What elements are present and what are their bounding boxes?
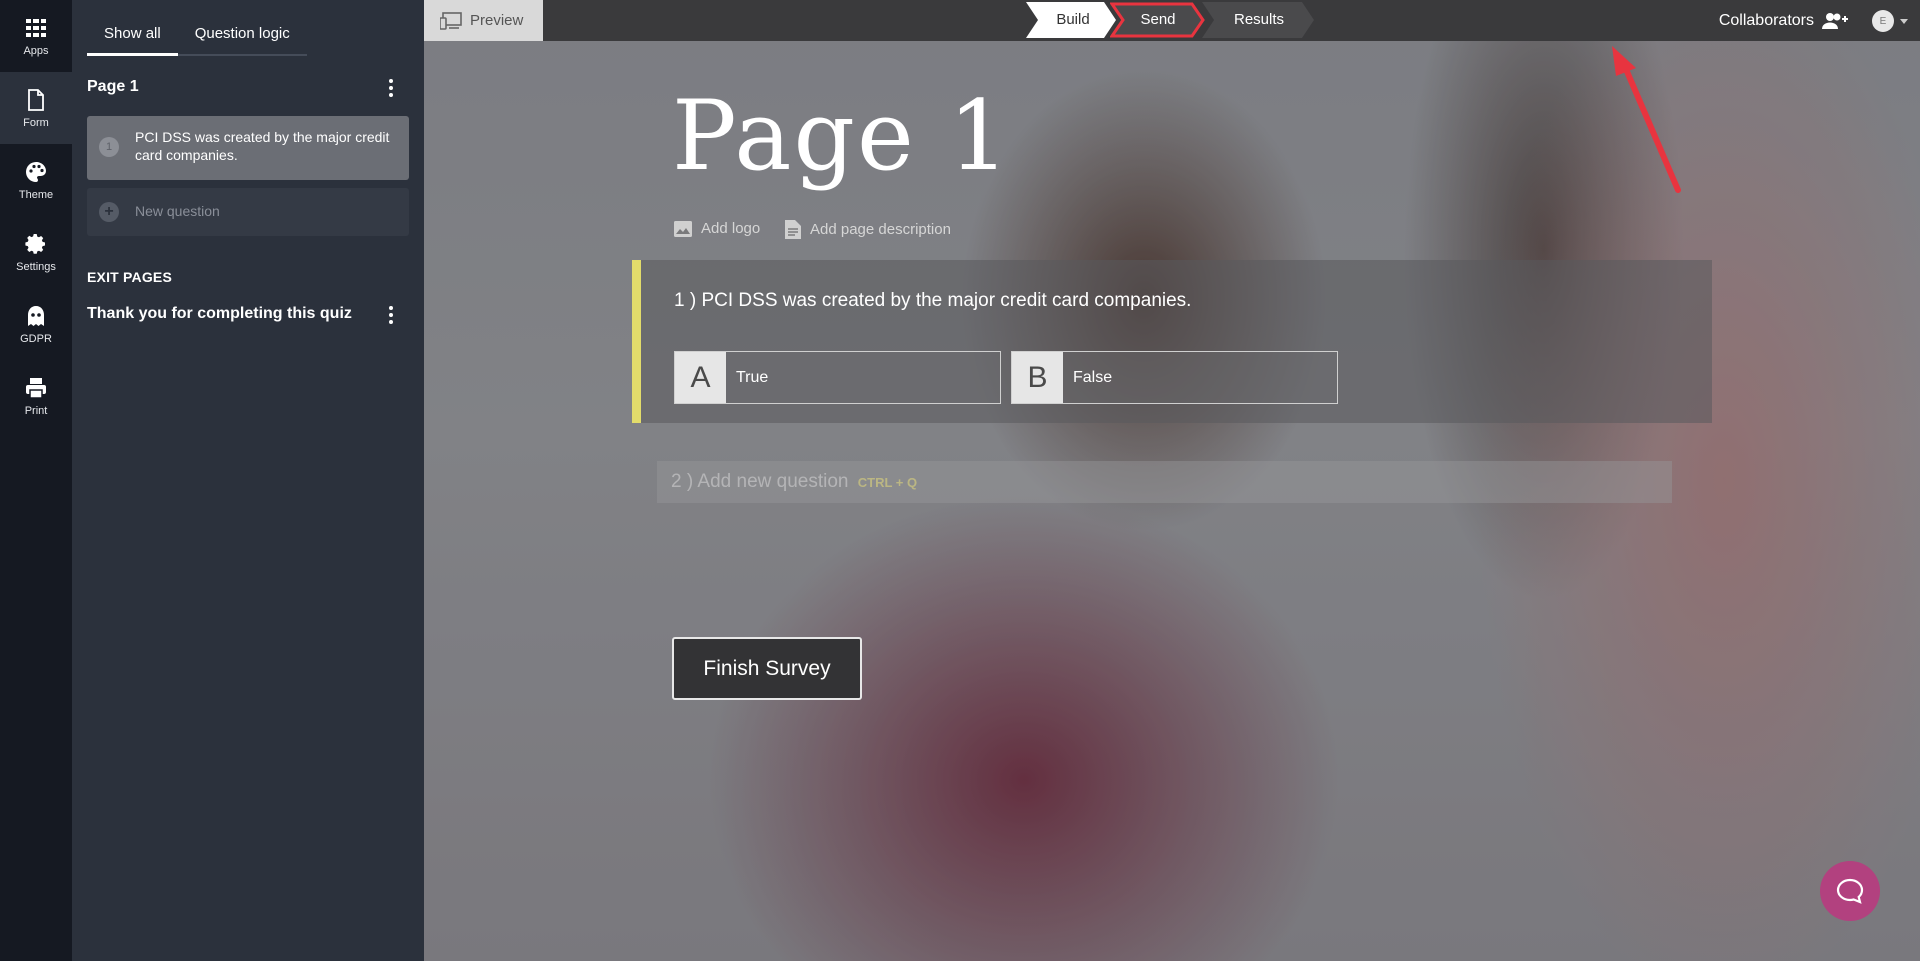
- step-results-label: Results: [1233, 11, 1285, 28]
- outline-question-item[interactable]: 1 PCI DSS was created by the major credi…: [87, 116, 409, 180]
- rail-item-settings[interactable]: Settings: [0, 216, 72, 288]
- exit-page-menu-kebab-icon[interactable]: [381, 303, 401, 327]
- add-page-description-button[interactable]: Add page description: [785, 220, 951, 239]
- form-outline-panel: Show all Question logic Page 1 1 PCI DSS…: [72, 0, 424, 961]
- new-question-button[interactable]: + New question: [87, 188, 409, 236]
- printer-icon: [26, 377, 46, 399]
- rail-label-settings: Settings: [16, 260, 56, 273]
- collaborators-label: Collaborators: [1718, 11, 1814, 29]
- question-text: PCI DSS was created by the major credit …: [701, 290, 1192, 311]
- add-question-shortcut: CTRL + Q: [857, 475, 918, 490]
- plus-circle-icon: +: [99, 202, 119, 222]
- chat-support-button[interactable]: [1820, 861, 1880, 921]
- top-bar: Preview Build Send Results Collaborators…: [424, 0, 1920, 41]
- document-icon: [28, 88, 44, 111]
- rail-item-print[interactable]: Print: [0, 360, 72, 432]
- chevron-down-icon[interactable]: [1900, 19, 1908, 24]
- palette-icon: [26, 161, 46, 182]
- rail-item-form[interactable]: Form: [0, 72, 72, 144]
- annotation-arrow: [1612, 46, 1681, 193]
- chat-bubble-icon: [1836, 878, 1864, 904]
- choice-b[interactable]: B False: [1011, 351, 1338, 404]
- choice-text-a: True: [736, 369, 769, 386]
- rail-label-print: Print: [24, 404, 48, 417]
- step-send-label: Send: [1140, 11, 1176, 28]
- user-avatar[interactable]: E: [1872, 10, 1894, 32]
- new-question-label: New question: [135, 203, 220, 219]
- document-text-icon: [785, 220, 801, 239]
- question-title[interactable]: 1 ) PCI DSS was created by the major cre…: [674, 290, 1191, 312]
- step-results[interactable]: Results: [1202, 2, 1314, 38]
- preview-label: Preview: [470, 12, 524, 29]
- add-page-description-label: Add page description: [810, 221, 951, 238]
- rail-label-theme: Theme: [18, 188, 54, 201]
- app-rail: Apps Form Theme Settings GDPR Print: [0, 0, 72, 961]
- preview-button[interactable]: Preview: [424, 0, 543, 41]
- choice-key-a: A: [675, 352, 726, 403]
- rail-item-theme[interactable]: Theme: [0, 144, 72, 216]
- finish-survey-button[interactable]: Finish Survey: [672, 637, 862, 700]
- question-number-badge: 1: [99, 137, 119, 157]
- add-user-icon: [1822, 12, 1848, 29]
- ghost-icon: [28, 305, 44, 326]
- rail-label-apps: Apps: [23, 44, 49, 57]
- choice-text-b: False: [1073, 369, 1113, 386]
- step-send[interactable]: Send: [1110, 2, 1206, 38]
- choice-key-b: B: [1012, 352, 1063, 403]
- add-new-question-field[interactable]: 2 ) Add new question CTRL + Q: [657, 461, 1672, 503]
- collaborators-button[interactable]: Collaborators: [1719, 0, 1848, 41]
- outline-page-title[interactable]: Page 1: [87, 78, 139, 96]
- form-page-title[interactable]: Page 1: [672, 80, 1011, 192]
- rail-label-form: Form: [23, 116, 49, 129]
- exit-page-title[interactable]: Thank you for completing this quiz: [87, 305, 352, 323]
- page-menu-kebab-icon[interactable]: [381, 76, 401, 100]
- devices-icon: [440, 11, 462, 30]
- outline-question-text: PCI DSS was created by the major credit …: [135, 129, 390, 163]
- panel-tabs: Show all Question logic: [87, 16, 307, 56]
- question-block[interactable]: 1 ) PCI DSS was created by the major cre…: [632, 260, 1712, 423]
- image-icon: [674, 220, 692, 237]
- step-build[interactable]: Build: [1026, 2, 1116, 38]
- rail-label-gdpr: GDPR: [20, 332, 52, 345]
- step-build-label: Build: [1056, 11, 1090, 28]
- form-canvas: Page 1 Add logo Add page description 1 )…: [424, 0, 1920, 961]
- add-logo-label: Add logo: [701, 220, 761, 237]
- rail-item-gdpr[interactable]: GDPR: [0, 288, 72, 360]
- tab-question-logic[interactable]: Question logic: [178, 16, 307, 54]
- grid-icon: [26, 18, 46, 37]
- rail-item-apps[interactable]: Apps: [0, 0, 72, 72]
- tab-show-all[interactable]: Show all: [87, 16, 178, 56]
- add-logo-button[interactable]: Add logo: [674, 220, 760, 237]
- add-question-number: 2 ): [671, 471, 694, 492]
- gear-icon: [25, 233, 45, 254]
- exit-pages-heading: EXIT PAGES: [87, 269, 172, 285]
- add-question-text: Add new question: [697, 471, 849, 492]
- choice-a[interactable]: A True: [674, 351, 1001, 404]
- question-number: 1 ): [674, 290, 697, 311]
